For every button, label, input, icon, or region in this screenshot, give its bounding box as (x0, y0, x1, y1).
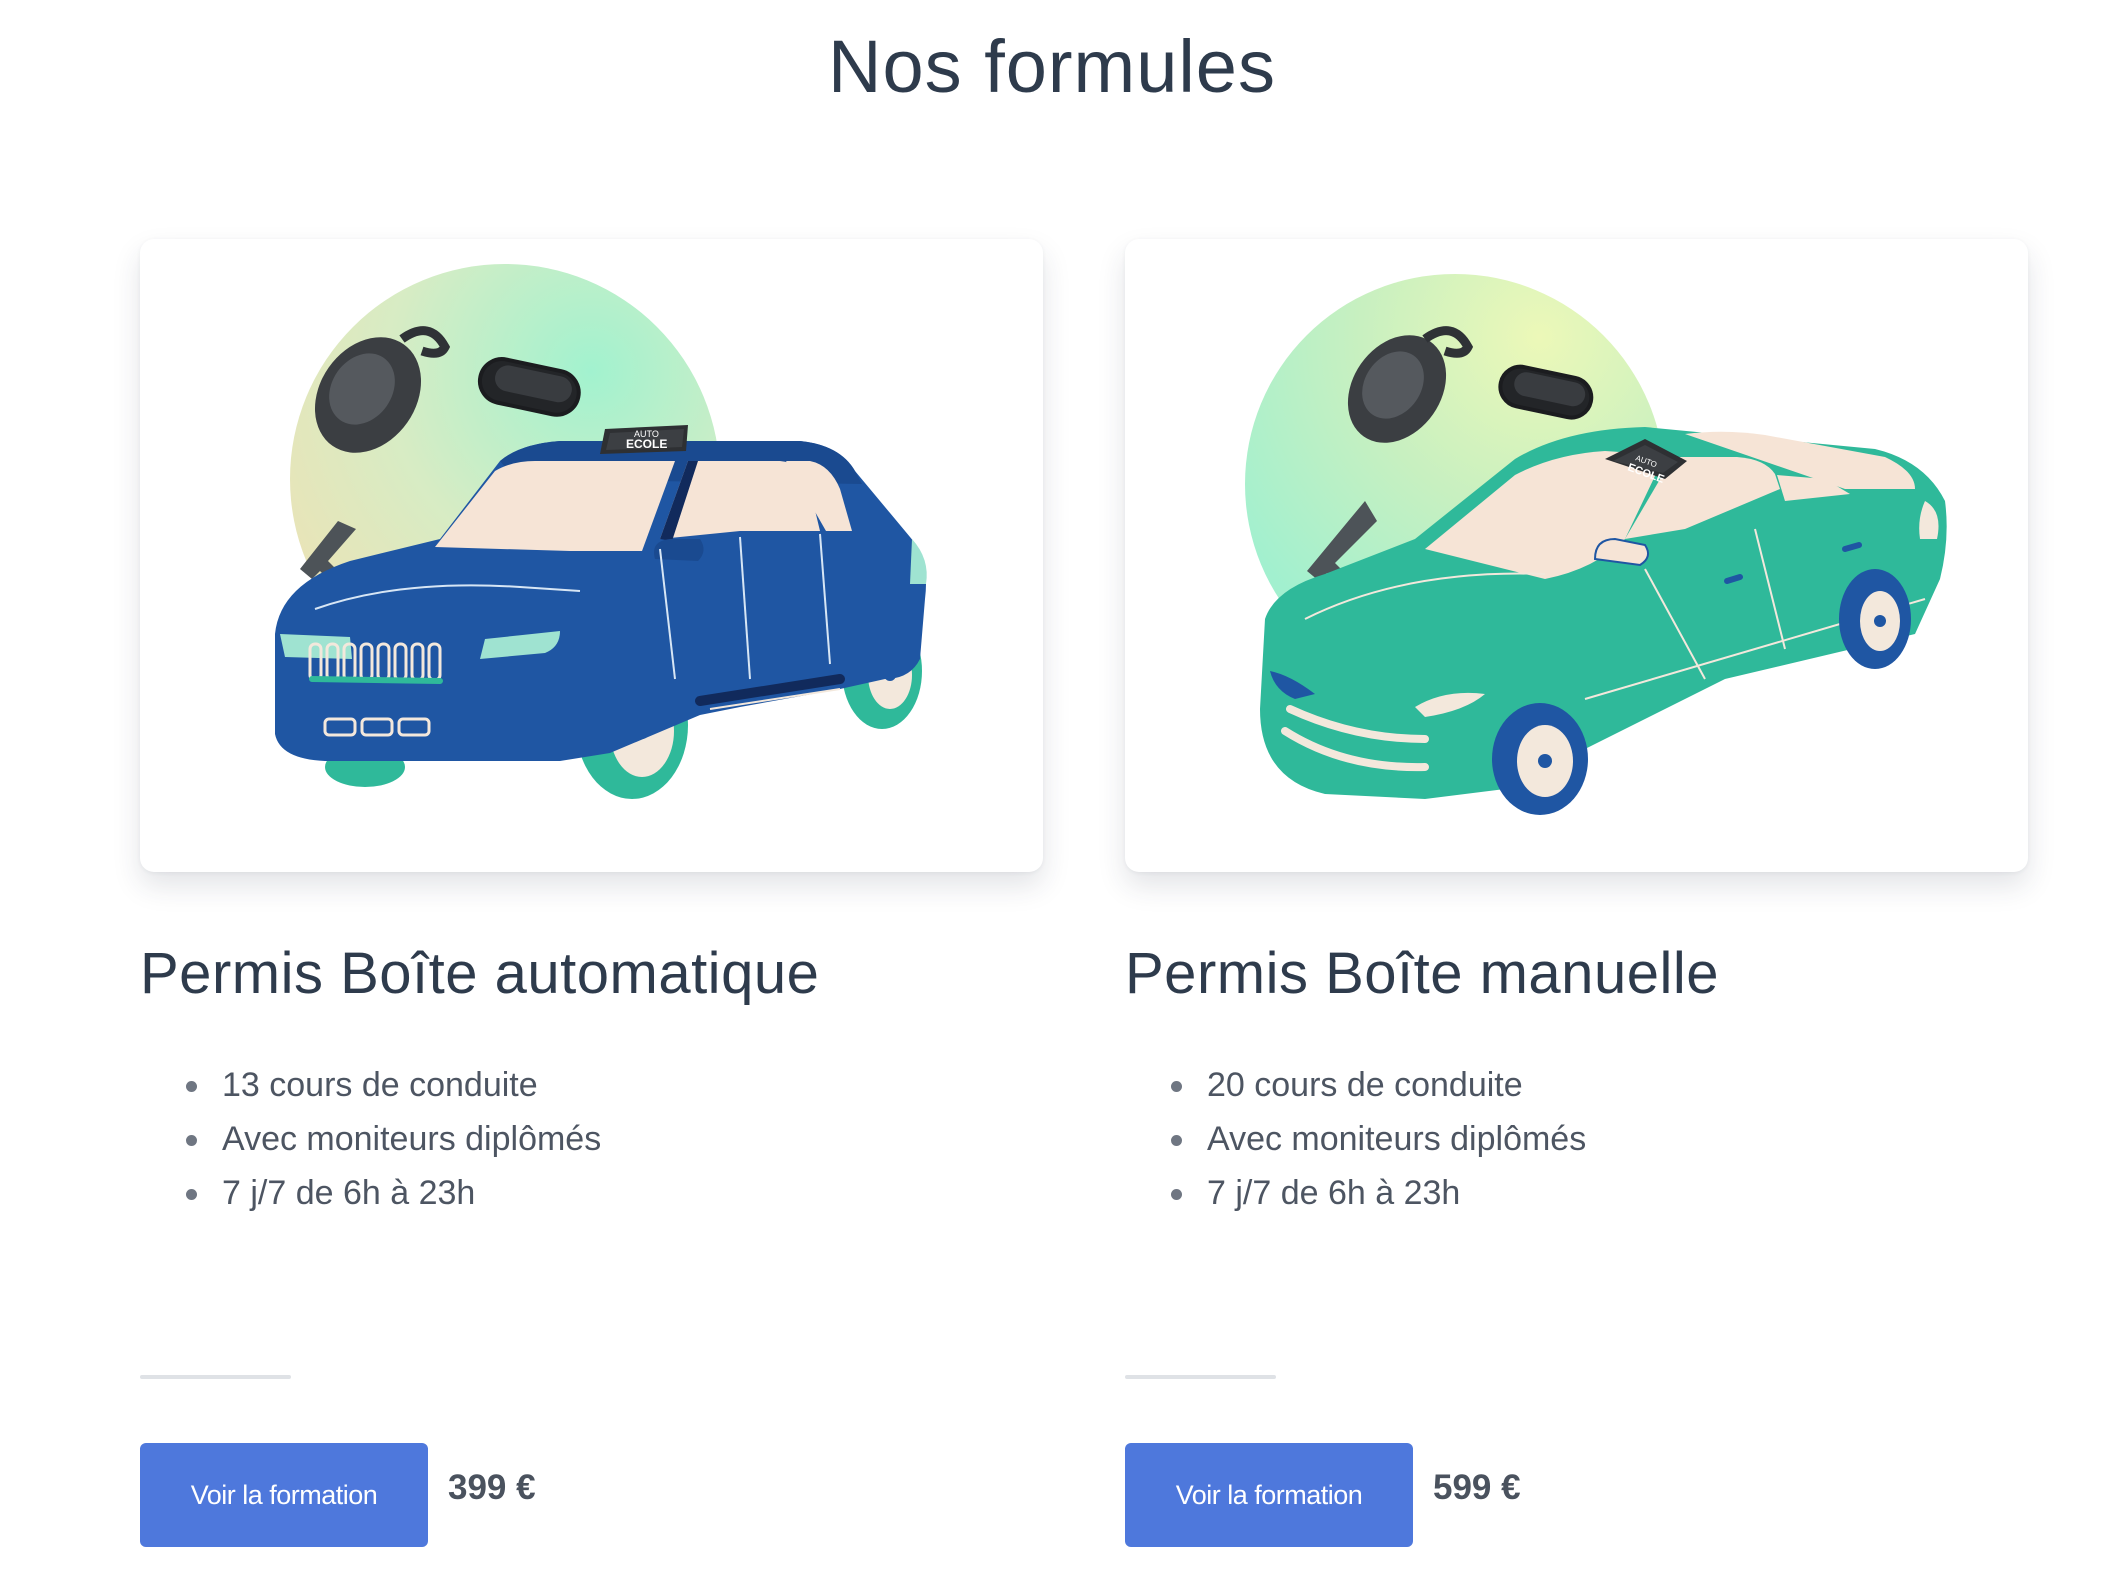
feature-list: 13 cours de conduite Avec moniteurs dipl… (186, 1058, 601, 1220)
green-sedan-illustration: AUTO ECOLE (1245, 274, 1947, 815)
bullet-icon (1171, 1189, 1182, 1200)
divider (140, 1375, 291, 1379)
bullet-icon (1171, 1135, 1182, 1146)
price: 399 € (448, 1468, 536, 1507)
auto-ecole-sign: AUTO ECOLE (600, 425, 688, 454)
bullet-icon (1171, 1081, 1182, 1092)
plan-title: Permis Boîte automatique (140, 941, 820, 1006)
plan-illustration-manuelle: AUTO ECOLE (1125, 239, 2028, 872)
feature-text: 13 cours de conduite (222, 1066, 538, 1104)
feature-text: 7 j/7 de 6h à 23h (1207, 1174, 1461, 1212)
feature-text: 20 cours de conduite (1207, 1066, 1523, 1104)
bullet-icon (186, 1081, 197, 1092)
plan-title: Permis Boîte manuelle (1125, 941, 1719, 1006)
plan-illustration-automatique: AUTO ECOLE (140, 239, 1043, 872)
sign-bottom-text: ECOLE (626, 437, 667, 451)
feature-text: Avec moniteurs diplômés (222, 1120, 602, 1158)
feature-text: 7 j/7 de 6h à 23h (222, 1174, 476, 1212)
feature-list: 20 cours de conduite Avec moniteurs dipl… (1171, 1058, 1586, 1220)
plan-card-automatique: AUTO ECOLE Permis Boîte automatique 13 c… (140, 0, 1045, 1584)
feature-item: 7 j/7 de 6h à 23h (186, 1166, 601, 1220)
feature-item: Avec moniteurs diplômés (186, 1112, 601, 1166)
price: 599 € (1433, 1468, 1521, 1507)
feature-item: 20 cours de conduite (1171, 1058, 1586, 1112)
bullet-icon (186, 1135, 197, 1146)
voir-la-formation-button[interactable]: Voir la formation (1125, 1443, 1413, 1547)
voir-la-formation-button[interactable]: Voir la formation (140, 1443, 428, 1547)
feature-item: 7 j/7 de 6h à 23h (1171, 1166, 1586, 1220)
feature-text: Avec moniteurs diplômés (1207, 1120, 1587, 1158)
divider (1125, 1375, 1276, 1379)
plan-card-manuelle: AUTO ECOLE Permis Boîte manuelle 20 cour… (1125, 0, 2030, 1584)
bullet-icon (186, 1189, 197, 1200)
feature-item: Avec moniteurs diplômés (1171, 1112, 1586, 1166)
feature-item: 13 cours de conduite (186, 1058, 601, 1112)
blue-suv-illustration: AUTO ECOLE (275, 264, 927, 799)
